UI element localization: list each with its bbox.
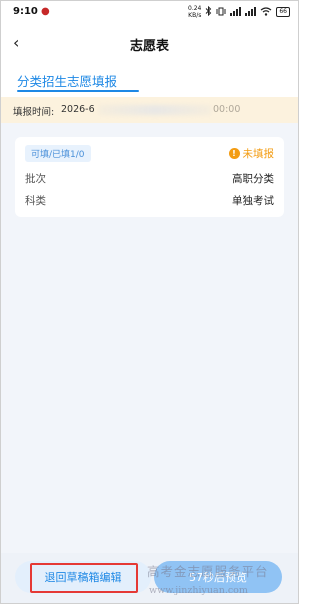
fill-time-tail: 00:00: [213, 104, 241, 115]
fill-time-value: 2026-6: [61, 104, 95, 115]
network-speed: 0.24 KB/s: [188, 5, 201, 19]
fill-status: ! 未填报: [228, 146, 275, 161]
signal-icon-2: [245, 6, 257, 18]
nav-bar: ‹ 志愿表: [1, 23, 298, 63]
app-frame: 9:10 ● 0.24 KB/s 66 ‹ 志愿表 分类招生志愿填报 填报时间:…: [0, 0, 299, 604]
warning-icon: !: [228, 148, 240, 159]
fill-status-text: 未填报: [242, 148, 275, 160]
bluetooth-icon: [205, 5, 212, 18]
row-key: 批次: [25, 173, 46, 185]
fill-time-bar: 填报时间: 2026-6 00:00: [1, 97, 298, 123]
tab-category-admission[interactable]: 分类招生志愿填报: [17, 71, 117, 90]
fill-count-badge: 可填/已填1/0: [25, 145, 91, 162]
row-value: 单独考试: [232, 195, 274, 207]
status-bar: 9:10 ● 0.24 KB/s 66: [1, 1, 298, 23]
fill-time-redaction: [99, 105, 211, 115]
signal-icon-1: [230, 6, 242, 18]
network-speed-unit: KB/s: [188, 12, 202, 19]
battery-level: 66: [279, 8, 287, 15]
fill-time-label: 填报时间:: [13, 107, 55, 118]
row-key: 科类: [25, 195, 46, 207]
row-value: 高职分类: [232, 173, 274, 185]
wifi-icon: [260, 6, 272, 18]
bottom-action-bar: 退回草稿箱编辑 57秒后预览: [1, 553, 298, 603]
return-to-draft-button[interactable]: 退回草稿箱编辑: [15, 561, 151, 593]
status-right-group: 0.24 KB/s 66: [188, 5, 290, 19]
preview-countdown-button[interactable]: 57秒后预览: [154, 561, 282, 593]
battery-icon: 66: [276, 7, 290, 17]
tab-row: 分类招生志愿填报: [1, 63, 298, 97]
qq-notification-icon: ●: [41, 6, 50, 17]
page-title: 志愿表: [129, 39, 169, 54]
active-tab-underline: [17, 90, 139, 92]
volunteer-card[interactable]: 可填/已填1/0 ! 未填报 批次 高职分类 科类 单独考试: [15, 137, 284, 217]
network-speed-value: 0.24: [188, 5, 202, 12]
vibrate-icon: [216, 7, 226, 18]
status-time: 9:10: [13, 6, 38, 17]
